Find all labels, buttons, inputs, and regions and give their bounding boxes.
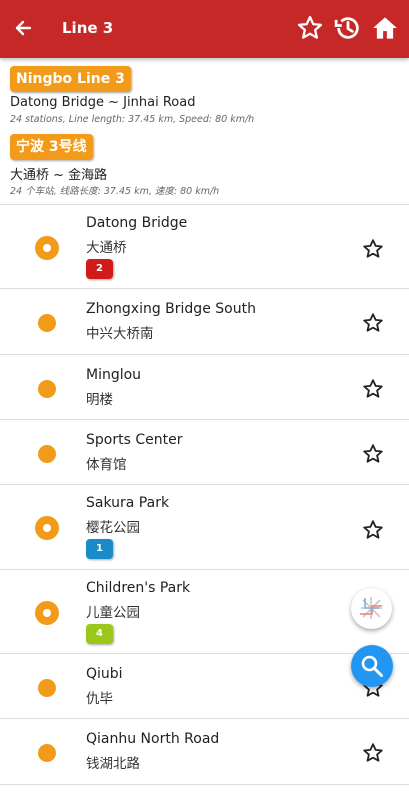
favorite-star-icon[interactable] — [361, 442, 385, 466]
favorite-star-icon[interactable] — [361, 741, 385, 765]
station-name-en: Qianhu North Road — [86, 731, 220, 747]
station-name-zh: 明楼 — [86, 392, 113, 408]
station-row[interactable]: Datong Bridge 大通桥 2 — [0, 205, 409, 289]
station-row[interactable]: Qianhu North Road 钱湖北路 — [0, 719, 409, 785]
station-row[interactable]: Sakura Park 樱花公园 1 — [0, 485, 409, 570]
star-outline-icon[interactable] — [295, 13, 325, 43]
page-title: Line 3 — [62, 19, 114, 37]
station-name-en: Children's Park — [86, 580, 191, 596]
line-meta-en: 24 stations, Line length: 37.45 km, Spee… — [10, 114, 255, 125]
station-name-zh: 钱湖北路 — [86, 756, 140, 772]
favorite-star-icon[interactable] — [361, 377, 385, 401]
station-name-zh: 体育馆 — [86, 457, 127, 473]
station-name-en: Minglou — [86, 367, 142, 383]
station-row[interactable]: Qiubi 仇毕 — [0, 654, 409, 719]
station-dot — [38, 744, 56, 762]
station-row[interactable]: Sports Center 体育馆 — [0, 420, 409, 485]
route-zh: 大通桥 ~ 金海路 — [10, 168, 108, 183]
app-bar: Line 3 — [0, 0, 409, 58]
station-name-en: Sports Center — [86, 432, 183, 448]
favorite-star-icon[interactable] — [361, 237, 385, 261]
home-icon[interactable] — [370, 13, 400, 43]
line-badge-zh: 宁波 3号线 — [10, 134, 93, 160]
metro-map-icon — [360, 597, 382, 619]
route-en: Datong Bridge ~ Jinhai Road — [10, 95, 196, 110]
station-row[interactable]: Minglou 明楼 — [0, 355, 409, 420]
station-row[interactable]: Children's Park 儿童公园 4 — [0, 570, 409, 654]
station-row[interactable]: Zhongxing Bridge South 中兴大桥南 — [0, 289, 409, 355]
search-button[interactable] — [351, 645, 393, 687]
station-name-zh: 中兴大桥南 — [86, 326, 154, 342]
favorite-star-icon[interactable] — [361, 311, 385, 335]
transfer-line-chip: 1 — [86, 539, 113, 559]
line-info: Ningbo Line 3 Datong Bridge ~ Jinhai Roa… — [0, 58, 409, 205]
transfer-line-chip: 2 — [86, 259, 113, 279]
station-name-zh: 大通桥 — [86, 240, 127, 256]
station-name-en: Sakura Park — [86, 495, 170, 511]
history-icon[interactable] — [333, 13, 363, 43]
line-meta-zh: 24 个车站, 线路长度: 37.45 km, 速度: 80 km/h — [10, 186, 220, 197]
station-transfer-dot — [35, 236, 59, 260]
station-dot — [38, 380, 56, 398]
station-transfer-dot — [35, 601, 59, 625]
favorite-star-icon[interactable] — [361, 518, 385, 542]
station-dot — [38, 314, 56, 332]
station-name-en: Datong Bridge — [86, 215, 188, 231]
station-transfer-dot — [35, 516, 59, 540]
arrow-left-icon[interactable] — [8, 13, 38, 43]
station-name-en: Qiubi — [86, 666, 123, 682]
station-name-zh: 樱花公园 — [86, 520, 140, 536]
line-badge-en: Ningbo Line 3 — [10, 66, 131, 92]
transfer-line-chip: 4 — [86, 624, 113, 644]
search-icon — [361, 655, 383, 677]
station-name-en: Zhongxing Bridge South — [86, 301, 256, 317]
station-name-zh: 儿童公园 — [86, 605, 140, 621]
station-dot — [38, 445, 56, 463]
metro-map-button[interactable] — [351, 588, 392, 629]
station-dot — [38, 679, 56, 697]
station-name-zh: 仇毕 — [86, 691, 113, 707]
